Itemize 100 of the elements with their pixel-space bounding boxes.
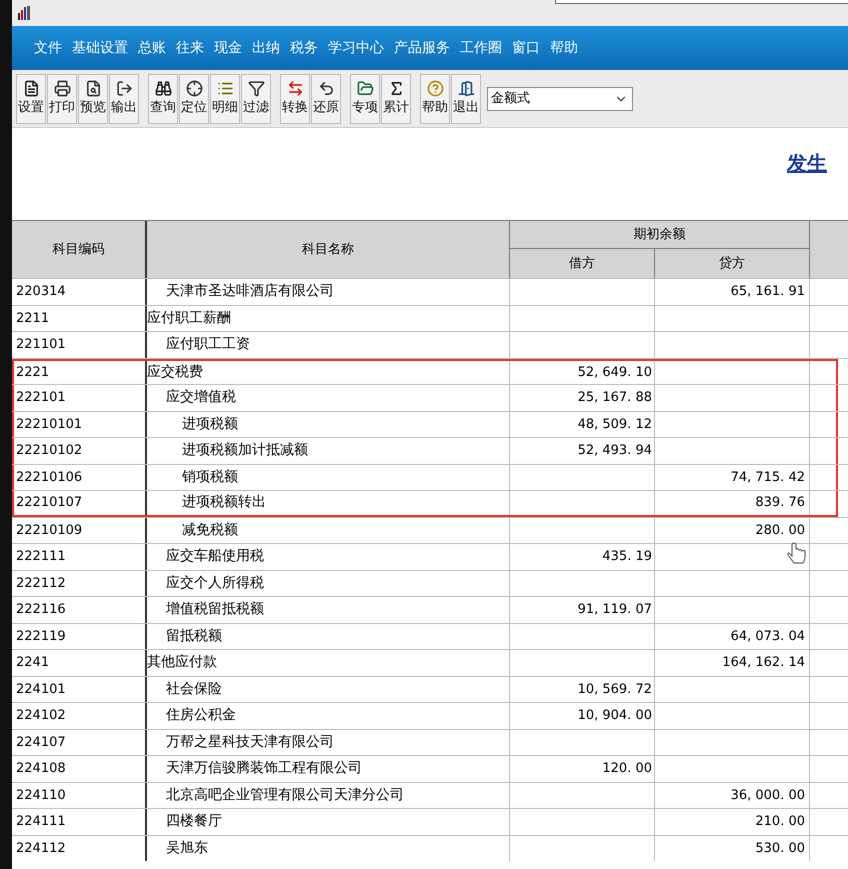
table-cell-text: 48, 509. 12 (578, 416, 652, 434)
document-icon (22, 80, 40, 97)
toolbar-button[interactable]: 转换 (280, 74, 310, 124)
table-cell-text: 22210109 (16, 522, 82, 540)
toolbar-button[interactable]: 退出 (451, 74, 481, 124)
toolbar-button[interactable]: 过滤 (241, 74, 271, 124)
table-cell-text: 36, 000. 00 (730, 786, 805, 804)
menu-item[interactable]: 窗口 (512, 38, 540, 58)
help-icon (426, 80, 444, 97)
table-cell-text: 22210101 (16, 416, 82, 434)
table-cell-text: 减免税额 (182, 520, 238, 540)
table-cell-text: 22210107 (16, 494, 82, 512)
printer-icon (54, 80, 70, 97)
report-title[interactable]: 发生 (787, 148, 827, 178)
app-logo-icon (16, 5, 32, 21)
table-cell-text: 10, 904. 00 (578, 707, 652, 725)
table-cell-text: 2241 (16, 654, 50, 672)
table-cell-text: 220314 (16, 283, 66, 301)
table-cell-text: 52, 649. 10 (578, 364, 652, 382)
menu-item[interactable]: 帮助 (550, 38, 578, 58)
table-cell-text: 224110 (16, 786, 66, 804)
table-cell-text: 52, 493. 94 (578, 442, 652, 460)
table-cell-text: 222112 (16, 574, 66, 592)
table-cell-text: 222119 (16, 628, 66, 646)
menu-item[interactable]: 工作圈 (460, 38, 502, 58)
table-cell-text: 222111 (16, 548, 66, 566)
table-cell-text: 应交增值税 (166, 388, 236, 408)
format-select[interactable]: 金额式 (487, 86, 633, 110)
toolbar-button[interactable]: 帮助 (420, 74, 450, 124)
menu-item[interactable]: 基础设置 (72, 38, 128, 58)
table-cell-text: 销项税额 (182, 468, 238, 487)
table-cell-text: 吴旭东 (166, 838, 208, 858)
table-cell-text: 22210102 (16, 442, 82, 460)
table-cell-text: 社会保险 (166, 680, 222, 699)
table-cell-text: 25, 167. 88 (578, 389, 652, 407)
table-cell-text: 74, 715. 42 (730, 468, 805, 486)
table-cell-text: 221101 (16, 336, 66, 354)
table-cell-text: 应付职工薪酬 (147, 308, 231, 328)
table-cell-text: 其他应付款 (147, 653, 217, 672)
table-cell-text: 224108 (16, 760, 66, 778)
table-cell-text: 2211 (16, 310, 50, 328)
toolbar-button[interactable]: 预览 (78, 74, 108, 124)
table-cell-text: 224107 (16, 734, 66, 752)
table-cell-text: 22210106 (16, 468, 82, 486)
table-cell-text: 224111 (16, 813, 66, 831)
table-cell-text: 224112 (16, 840, 66, 858)
toolbar-button[interactable]: 查询 (148, 74, 178, 124)
menu-item[interactable]: 文件 (34, 38, 62, 58)
column-header: 贷方 (718, 254, 746, 273)
menu-item[interactable]: 产品服务 (394, 38, 450, 58)
exit-door-icon (458, 80, 474, 97)
toolbar-button[interactable]: 累计 (381, 74, 411, 124)
menu-item[interactable]: 往来 (176, 38, 204, 58)
table-cell-text: 91, 119. 07 (578, 601, 652, 619)
table-cell-text: 65, 161. 91 (730, 283, 805, 301)
menu-item[interactable]: 出纳 (252, 38, 280, 58)
toolbar-button[interactable]: 明细 (210, 74, 240, 124)
table-cell-text: 应交车船使用税 (166, 547, 264, 566)
swap-arrows-icon (286, 80, 304, 97)
toolbar-button[interactable]: 输出 (109, 74, 139, 124)
table-cell-text: 435. 19 (602, 548, 652, 566)
table-cell-text: 2221 (16, 364, 50, 382)
table-cell-text: 增值税留抵税额 (166, 600, 264, 620)
table-cell-text: 进项税额 (182, 414, 238, 434)
table-cell-text: 留抵税额 (166, 626, 222, 646)
table-cell-text: 住房公积金 (166, 706, 236, 726)
table-cell-text: 164, 162. 14 (722, 654, 805, 672)
table-cell-text: 10, 569. 72 (578, 680, 652, 698)
table-cell-text: 839. 76 (755, 494, 805, 512)
table-cell-text: 280. 00 (755, 522, 805, 540)
toolbar-button[interactable]: 定位 (179, 74, 209, 124)
table-cell-text: 222116 (16, 601, 66, 619)
table-cell-text: 四楼餐厅 (166, 812, 222, 832)
menu-item[interactable]: 税务 (290, 38, 318, 58)
column-group-header: 期初余额 (510, 221, 809, 249)
toolbar-button[interactable]: 还原 (311, 74, 341, 124)
undo-arrow-icon (318, 80, 334, 97)
table-cell-text: 万帮之星科技天津有限公司 (166, 732, 334, 752)
table-cell-text: 应交税费 (147, 362, 203, 382)
binoculars-icon (154, 80, 172, 97)
toolbar-button[interactable]: 专项 (350, 74, 380, 124)
table-cell-text: 北京高吧企业管理有限公司天津分公司 (166, 786, 404, 805)
table-cell-text: 530. 00 (755, 840, 805, 858)
table-cell-text: 天津万信骏腾装饰工程有限公司 (166, 759, 362, 778)
folder-icon (356, 80, 374, 97)
table-cell-text: 天津市圣达啡酒店有限公司 (166, 282, 334, 302)
crosshair-icon (186, 80, 202, 97)
list-icon (216, 80, 234, 97)
document-magnifier-icon (84, 80, 102, 97)
toolbar-button[interactable]: 设置 (16, 74, 46, 124)
menu-item[interactable]: 现金 (214, 38, 242, 58)
table-cell-text: 进项税额加计抵减额 (182, 441, 308, 460)
table-cell-text: 进项税额转出 (182, 493, 266, 512)
table-cell-text: 224102 (16, 707, 66, 725)
table-cell-text: 222101 (16, 389, 66, 407)
menu-item[interactable]: 学习中心 (328, 38, 384, 58)
table-cell-text: 210. 00 (755, 813, 805, 831)
menu-item[interactable]: 总账 (138, 38, 166, 58)
toolbar-button[interactable]: 打印 (47, 74, 77, 124)
filter-icon (248, 80, 264, 97)
